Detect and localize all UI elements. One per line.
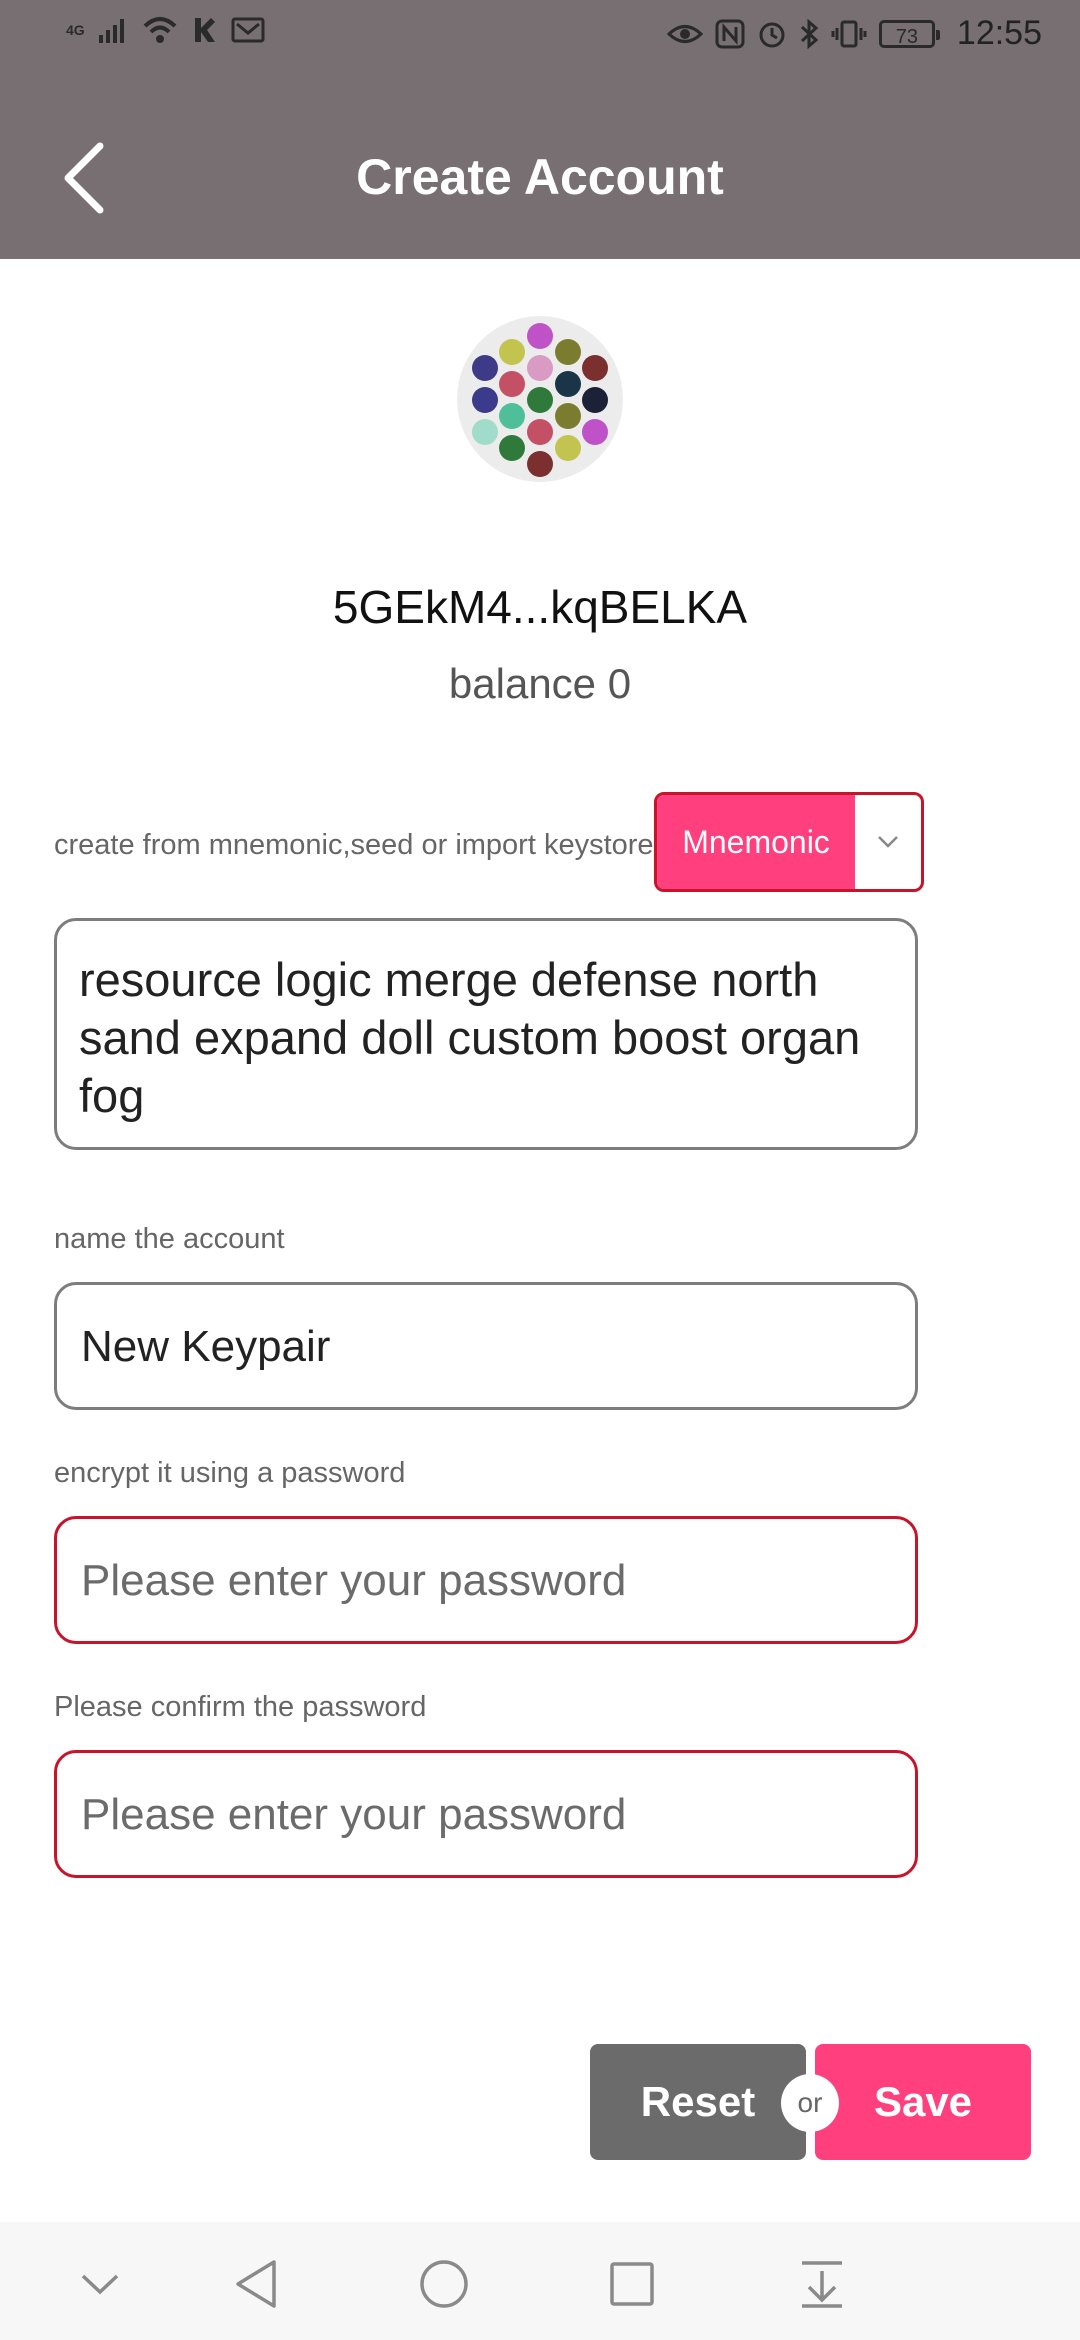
password-input[interactable]: [79, 1519, 897, 1643]
identicon-dot: [555, 403, 581, 429]
identicon-dot: [555, 339, 581, 365]
identicon-icon: [472, 323, 608, 477]
bluetooth-icon: [800, 18, 819, 49]
identicon-dot: [499, 403, 525, 429]
nfc-icon: [715, 19, 745, 48]
identicon-dot: [555, 371, 581, 397]
chevron-down-icon: [855, 795, 921, 889]
identicon-dot: [555, 435, 581, 461]
notification-icon: [194, 18, 215, 42]
identicon-dot: [499, 435, 525, 461]
identicon-dot: [527, 387, 553, 413]
alarm-icon: [759, 22, 785, 47]
notification-pull-icon[interactable]: [790, 2252, 854, 2316]
account-balance: balance 0: [448, 660, 632, 707]
reset-button[interactable]: Reset: [590, 2044, 806, 2160]
confirm-password-label: Please confirm the password: [54, 1691, 427, 1723]
or-separator: or: [781, 2074, 839, 2132]
confirm-password-field[interactable]: [54, 1750, 918, 1878]
identicon-dot: [472, 355, 498, 381]
identicon-dot: [527, 355, 553, 381]
identicon-dot: [527, 419, 553, 445]
nav-recents-icon[interactable]: [600, 2252, 664, 2316]
nav-back-icon[interactable]: [224, 2252, 288, 2316]
page-title: Create Account: [356, 149, 724, 205]
collapse-icon[interactable]: [68, 2252, 132, 2316]
save-button[interactable]: Save: [815, 2044, 1031, 2160]
account-name-field[interactable]: [54, 1282, 918, 1410]
app-header: 4G 73 12:55 Create Account: [0, 0, 1080, 259]
account-address: 5GEkM4...kqBELKA: [332, 581, 748, 633]
signal-icon: [98, 19, 124, 43]
identicon-avatar: [457, 316, 623, 482]
source-dropdown[interactable]: Mnemonic: [654, 792, 924, 892]
vibrate-icon: [831, 20, 867, 47]
identicon-dot: [499, 339, 525, 365]
identicon-dot: [527, 323, 553, 349]
identicon-dot: [472, 387, 498, 413]
status-bar: 4G 73 12:55: [0, 0, 1080, 72]
password-field[interactable]: [54, 1516, 918, 1644]
network-type: 4G: [66, 22, 85, 38]
system-nav-bar: [0, 2222, 1080, 2340]
mail-icon: [231, 17, 265, 43]
identicon-dot: [582, 387, 608, 413]
mnemonic-input[interactable]: resource logic merge defense north sand …: [54, 918, 918, 1150]
identicon-dot: [499, 371, 525, 397]
password-label: encrypt it using a password: [54, 1457, 406, 1489]
source-label: create from mnemonic,seed or import keys…: [54, 829, 654, 861]
battery-icon: 73: [878, 19, 940, 48]
name-label: name the account: [54, 1223, 285, 1255]
account-name-input[interactable]: [79, 1285, 897, 1409]
eye-icon: [666, 24, 703, 43]
nav-home-icon[interactable]: [412, 2252, 476, 2316]
confirm-password-input[interactable]: [79, 1753, 897, 1877]
identicon-dot: [472, 419, 498, 445]
identicon-dot: [527, 451, 553, 477]
source-selected-value: Mnemonic: [657, 795, 855, 889]
clock: 12:55: [956, 14, 1042, 52]
wifi-icon: [143, 17, 177, 43]
identicon-dot: [582, 355, 608, 381]
identicon-dot: [582, 419, 608, 445]
